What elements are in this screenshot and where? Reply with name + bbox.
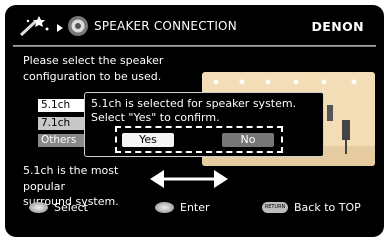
- yes-button[interactable]: Yes: [122, 133, 174, 147]
- ceiling-light: [214, 80, 218, 84]
- magic-wand-icon: [19, 16, 49, 37]
- cursor-button-icon: [29, 202, 48, 213]
- speaker-icon: [68, 16, 88, 36]
- instruction-line-2: configuration to be used.: [23, 69, 162, 83]
- ceiling-light: [294, 80, 298, 84]
- footer-select: Select: [29, 201, 88, 214]
- page-title: SPEAKER CONNECTION: [94, 19, 237, 33]
- surround-speaker-icon: [342, 120, 350, 140]
- dialog-line-2: Select "Yes" to confirm.: [91, 111, 220, 124]
- brand-logo: DENON: [311, 19, 364, 34]
- back-label: Back to TOP: [294, 201, 361, 214]
- description-line-1: 5.1ch is the most popular: [23, 164, 119, 193]
- footer-bar: Select Enter RETURN Back to TOP: [5, 201, 384, 221]
- enter-label: Enter: [180, 201, 210, 214]
- no-button[interactable]: No: [222, 133, 274, 147]
- header-divider: [13, 45, 376, 47]
- option-5-1ch[interactable]: 5.1ch: [38, 99, 88, 112]
- arrow-right-icon: [57, 24, 63, 32]
- ceiling-light: [352, 80, 356, 84]
- option-7-1ch[interactable]: 7.1ch: [38, 117, 88, 130]
- setup-screen: SPEAKER CONNECTION DENON Please select t…: [5, 5, 384, 237]
- ceiling-light: [266, 80, 270, 84]
- front-speaker-icon: [327, 105, 333, 121]
- option-others[interactable]: Others: [38, 134, 88, 147]
- select-label: Select: [54, 201, 88, 214]
- confirm-dialog: 5.1ch is selected for speaker system. Se…: [84, 92, 324, 157]
- instruction-text: Please select the speaker configuration …: [23, 53, 203, 84]
- double-arrow-icon: [150, 170, 228, 188]
- footer-enter: Enter: [155, 201, 210, 214]
- header-bar: SPEAKER CONNECTION DENON: [5, 5, 384, 45]
- instruction-line-1: Please select the speaker: [23, 54, 164, 67]
- dialog-message: 5.1ch is selected for speaker system. Se…: [91, 97, 296, 125]
- dialog-line-1: 5.1ch is selected for speaker system.: [91, 97, 297, 110]
- return-button-icon: RETURN: [262, 202, 288, 213]
- ceiling-light: [240, 80, 244, 84]
- enter-button-icon: [155, 202, 174, 213]
- footer-back: RETURN Back to TOP: [262, 201, 361, 214]
- ceiling-light: [322, 80, 326, 84]
- speaker-stand: [345, 140, 347, 154]
